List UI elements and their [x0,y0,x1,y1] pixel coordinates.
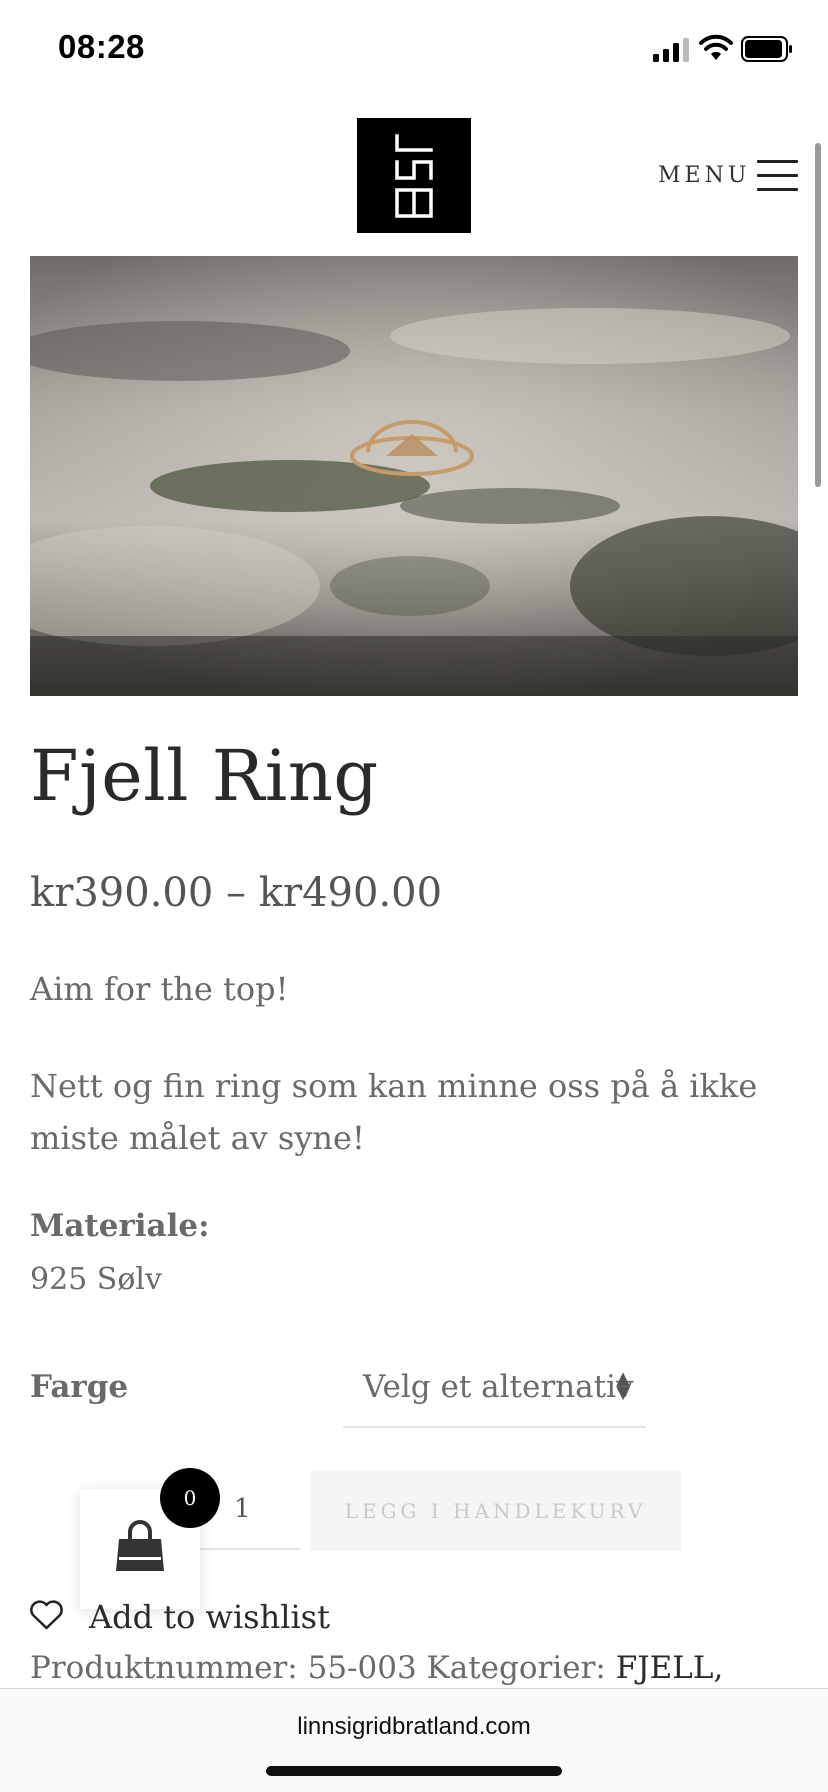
product-description: Nett og fin ring som kan minne oss på å … [30,1067,758,1157]
price-range: kr390.00 – kr490.00 [30,870,443,916]
material-value: 925 Sølv [30,1262,162,1297]
browser-url[interactable]: linnsigridbratland.com [0,1713,828,1741]
status-time: 08:28 [58,28,145,65]
add-to-cart-label: LEGG I HANDLEKURV [344,1499,647,1523]
cart-count-badge: 0 [160,1468,220,1528]
home-indicator[interactable] [266,1766,562,1776]
status-bar: 08:28 [0,0,828,100]
sku-value: 55-003 [307,1650,417,1686]
color-select[interactable]: Velg et alternativ ▲ ▼ [343,1360,646,1428]
scrollbar[interactable] [815,143,821,487]
ring-on-rock-photo [30,256,798,696]
heart-icon [30,1600,63,1630]
wishlist-label: Add to wishlist [89,1598,330,1636]
color-select-value: Velg et alternativ [363,1369,634,1405]
product-tagline: Aim for the top! [30,970,289,1008]
category-link[interactable]: FJELL, [616,1650,724,1686]
product-image[interactable] [30,256,798,696]
shopping-bag-icon [116,1520,164,1571]
hamburger-icon[interactable] [757,160,798,191]
select-arrows-icon: ▲ ▼ [616,1368,630,1403]
logo-monogram [395,134,433,218]
cellular-signal-icon [653,38,689,62]
quantity-value: 1 [234,1494,251,1524]
menu-label[interactable]: MENU [658,163,750,188]
wifi-icon [699,34,733,60]
color-label: Farge [30,1369,129,1405]
categories-label: Kategorier: [426,1650,606,1686]
browser-address-bar[interactable]: linnsigridbratland.com [0,1688,828,1792]
battery-icon [741,36,792,62]
product-meta: Produktnummer: 55-003 Kategorier: FJELL, [30,1650,723,1686]
material-label: Materiale: [30,1208,210,1244]
add-to-cart-button[interactable]: LEGG I HANDLEKURV [310,1471,681,1551]
sku-label: Produktnummer: [30,1650,298,1686]
product-title: Fjell Ring [30,735,379,817]
brand-logo[interactable] [357,118,471,233]
